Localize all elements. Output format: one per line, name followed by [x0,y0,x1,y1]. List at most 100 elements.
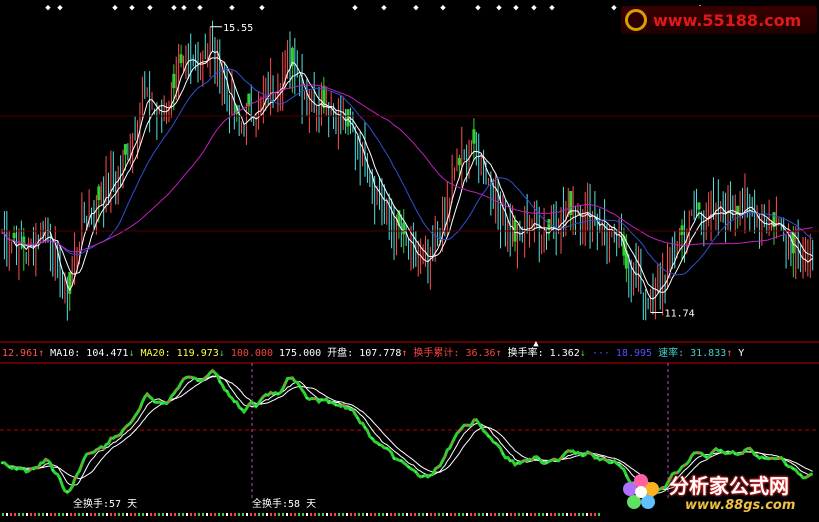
strip-dot [274,513,276,516]
strip-dot [582,513,584,516]
strip-dot [558,513,560,516]
info-field: 100.000 [225,348,273,359]
strip-dot [354,513,356,516]
strip-dot [442,513,444,516]
indicator-dot [160,402,163,405]
indicator-dot [756,454,759,457]
strip-dot [466,513,468,516]
strip-dot [186,513,188,516]
strip-dot [142,513,144,516]
strip-dot [18,513,20,516]
indicator-dot [414,470,417,473]
indicator-dot [378,443,381,446]
ma-line [2,56,814,294]
strip-dot [382,513,384,516]
indicator-dot [95,448,98,451]
event-marker: ◆ [352,3,358,13]
indicator-dot [451,441,454,444]
strip-dot [342,513,344,516]
event-marker: ◆ [496,3,502,13]
indicator-dot [741,452,744,455]
strip-dot [22,513,24,516]
indicator-dot [138,407,141,410]
strip-dot [82,513,84,516]
strip-dot [94,513,96,516]
strip-dot [586,513,588,516]
indicator-dot [516,462,519,465]
indicator-dot [233,400,236,403]
indicator-dot [763,457,766,460]
strip-dot [530,513,532,516]
strip-dot [326,513,328,516]
indicator-dot [247,403,250,406]
strip-dot [454,513,456,516]
indicator-dot [538,457,541,460]
indicator-dot [734,452,737,455]
strip-dot [170,513,172,516]
strip-dot [346,513,348,516]
indicator-dot [102,447,105,450]
strip-dot [78,513,80,516]
indicator-dot [197,379,200,382]
strip-dot [262,513,264,516]
indicator-dot [530,459,533,462]
indicator-dot [269,391,272,394]
strip-dot [34,513,36,516]
candle-body [457,157,461,166]
indicator-dot [480,425,483,428]
strip-dot [130,513,132,516]
strip-dot [334,513,336,516]
low-price-label: 11.74 [665,309,695,320]
strip-dot [74,513,76,516]
strip-dot [98,513,100,516]
indicator-dot [472,419,475,422]
strip-dot [370,513,372,516]
strip-dot [278,513,280,516]
indicator-dot [167,400,170,403]
strip-dot [126,513,128,516]
indicator-dot [117,434,120,437]
strip-dot [238,513,240,516]
candle-body [179,54,183,64]
strip-dot [38,513,40,516]
indicator-dot [37,466,40,469]
indicator-dot [175,389,178,392]
strip-dot [106,513,108,516]
strip-dot [194,513,196,516]
indicator-dot [393,457,396,460]
strip-dot [258,513,260,516]
strip-dot [306,513,308,516]
indicator-dot [276,393,279,396]
info-field: 速率: 31.833 [652,346,726,359]
strip-dot [150,513,152,516]
stock-chart[interactable]: ◆◆◆◆◆◆◆◆◆◆◆◆◆◆◆◆◆◆◆◆◆ 15.5511.74 ▲ 12.96… [0,0,819,522]
strip-dot [166,513,168,516]
indicator-dot [770,457,773,460]
indicator-dot [189,376,192,379]
strip-dot [190,513,192,516]
strip-dot [578,513,580,516]
event-marker: ◆ [129,3,135,13]
indicator-dot [407,465,410,468]
strip-dot [518,513,520,516]
strip-dot [282,513,284,516]
strip-dot [222,513,224,516]
indicator-dot [385,447,388,450]
info-field: 开盘: 107.778 [321,346,401,359]
strip-dot [570,513,572,516]
strip-dot [114,513,116,516]
strip-dot [590,513,592,516]
indicator-dot [334,403,337,406]
candle-body [97,186,101,201]
candle-body [472,129,476,144]
strip-dot [462,513,464,516]
strip-dot [554,513,556,516]
indicator-dot [305,397,308,400]
strip-dot [58,513,60,516]
strip-dot [30,513,32,516]
indicator-dot [146,393,149,396]
strip-dot [178,513,180,516]
event-marker: ◆ [611,3,617,13]
indicator-dot [574,452,577,455]
indicator-dot [320,398,323,401]
